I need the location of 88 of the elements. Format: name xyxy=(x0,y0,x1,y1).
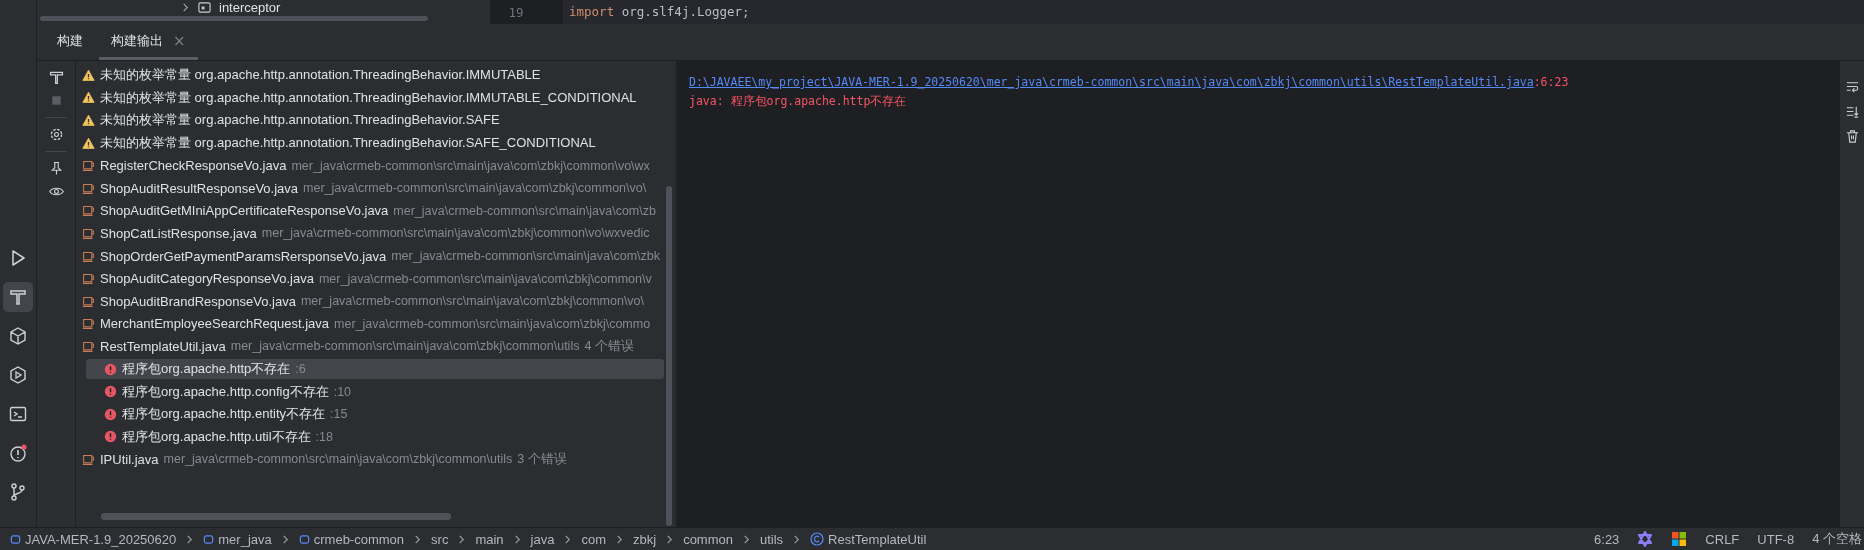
chevron-right-icon xyxy=(742,534,751,544)
breadcrumb[interactable]: src xyxy=(431,531,449,547)
tree-row[interactable]: ShopAuditBrandResponseVo.java mer_java\crmeb-common\src\main\java\com\zbkj\common\vo\ xyxy=(78,290,676,312)
encoding[interactable]: UTF-8 xyxy=(1757,531,1795,547)
vertical-scrollbar[interactable] xyxy=(666,186,672,526)
tree-row[interactable]: ShopAuditGetMIniAppCertificateResponseVo.java mer_java\crmeb-common\src\main\java\com\zb xyxy=(78,200,676,222)
scroll-to-end-icon[interactable] xyxy=(1844,104,1860,119)
trash-icon[interactable] xyxy=(1844,129,1860,144)
run-hexagon-icon[interactable] xyxy=(8,365,28,385)
module-icon xyxy=(203,533,215,545)
error-icon xyxy=(104,430,117,444)
tree-row[interactable]: ShopAuditCategoryResponseVo.java mer_java\crmeb-common\src\main\java\com\zbkj\common\v xyxy=(78,268,676,289)
terminal-icon[interactable] xyxy=(8,404,28,424)
tree-row[interactable]: 未知的枚举常量 org.apache.http.annotation.ThreadingBehavior.SAFE xyxy=(78,110,676,131)
tab[interactable]: 构建 xyxy=(45,24,95,60)
breadcrumb[interactable]: java xyxy=(530,531,555,547)
coffee-cup-icon xyxy=(82,317,95,331)
tree-item[interactable]: interceptor xyxy=(219,0,281,15)
warning-icon xyxy=(82,114,95,127)
problems-icon[interactable] xyxy=(8,443,28,463)
chevron-right-icon xyxy=(512,534,522,544)
coffee-cup-icon xyxy=(82,294,95,308)
tab[interactable]: 构建输出 × xyxy=(99,24,198,60)
horizontal-scrollbar[interactable] xyxy=(40,16,428,21)
tree-row[interactable]: ShopCatListResponse.java mer_java\crmeb-common\src\main\java\com\zbkj\common\vo\wxvedic xyxy=(78,223,676,244)
hammer-icon[interactable] xyxy=(3,282,33,312)
coffee-cup-icon xyxy=(82,272,95,286)
chevron-right-icon xyxy=(457,534,467,544)
star-logo-icon[interactable] xyxy=(1637,531,1654,547)
breadcrumb[interactable]: com xyxy=(581,531,606,547)
chevron-right-icon xyxy=(615,534,624,544)
chevron-right-icon xyxy=(185,534,195,544)
error-icon xyxy=(104,362,117,376)
breadcrumb[interactable]: zbkj xyxy=(633,531,657,547)
tree-row[interactable]: ShopOrderGetPaymentParamsRersponseVo.java mer_java\crmeb-common\src\main\java\com\zbk xyxy=(78,245,676,267)
breadcrumb[interactable]: main xyxy=(475,531,504,547)
line-separator[interactable]: CRLF xyxy=(1705,531,1740,547)
tree-row[interactable]: 未知的枚举常量 org.apache.http.annotation.ThreadingBehavior.IMMUTABLE xyxy=(78,65,676,86)
four-squares-icon[interactable] xyxy=(1671,531,1688,547)
tree-row[interactable]: 未知的枚举常量 org.apache.http.annotation.ThreadingBehavior.IMMUTABLE_CONDITIONAL xyxy=(78,87,676,109)
breadcrumb[interactable]: mer_java xyxy=(203,531,272,547)
breadcrumb[interactable]: JAVA-MER-1.9_20250620 xyxy=(10,531,177,547)
tree-row[interactable]: MerchantEmployeeSearchRequest.java mer_java\crmeb-common\src\main\java\com\zbkj\commo xyxy=(78,313,676,335)
tree-row[interactable]: RegisterCheckResponseVo.java mer_java\crmeb-common\src\main\java\com\zbkj\common\vo\wx xyxy=(78,155,676,176)
chevron-right-icon xyxy=(665,534,675,544)
warning-icon xyxy=(82,136,95,150)
tree-row[interactable]: 程序包org.apache.http不存在 :6 xyxy=(86,358,664,380)
coffee-cup-icon xyxy=(82,226,95,240)
git-branch-icon[interactable] xyxy=(8,482,28,502)
error-icon xyxy=(104,385,117,399)
chevron-right-icon xyxy=(792,534,802,544)
tree-row[interactable]: 程序包org.apache.http.entity不存在 :15 xyxy=(86,403,664,425)
module-icon xyxy=(298,533,310,545)
error-message: java: 程序包org.apache.http不存在 xyxy=(689,94,907,108)
tree-row[interactable]: RestTemplateUtil.java mer_java\crmeb-common\src\main\java\com\zbkj\common\utils 4 个错误 xyxy=(78,336,676,357)
breadcrumb[interactable]: crmeb-common xyxy=(298,531,405,547)
folder-icon xyxy=(198,1,211,14)
soft-wrap-icon[interactable] xyxy=(1844,79,1860,94)
chevron-right-icon xyxy=(413,534,423,544)
warning-icon xyxy=(82,68,95,82)
chevron-right-icon xyxy=(563,534,573,544)
coffee-cup-icon xyxy=(82,339,95,353)
breadcrumb[interactable]: common xyxy=(683,531,733,547)
tree-row[interactable]: IPUtil.java mer_java\crmeb-common\src\main\java\com\zbkj\common\utils 3 个错误 xyxy=(78,449,676,470)
indent-setting[interactable]: 4 个空格 xyxy=(1812,530,1862,548)
cube-icon[interactable] xyxy=(8,326,28,346)
module-icon xyxy=(10,533,21,545)
error-icon xyxy=(104,407,117,421)
coffee-cup-icon xyxy=(82,249,95,263)
line-position: :6:23 xyxy=(1533,75,1569,89)
hammer-icon[interactable] xyxy=(47,69,65,86)
chevron-right-icon xyxy=(280,534,290,544)
caret-position[interactable]: 6:23 xyxy=(1594,531,1620,547)
coffee-cup-icon xyxy=(82,159,95,173)
coffee-cup-icon xyxy=(82,204,95,218)
tree-row[interactable]: 未知的枚举常量 org.apache.http.annotation.ThreadingBehavior.SAFE_CONDITIONAL xyxy=(78,132,676,154)
file-link[interactable]: D:\JAVAEE\my_project\JAVA-MER-1.9_20250620\mer_java\crmeb-common\src\main\java\com\zbkj\common\utils\RestTemplateUtil.java xyxy=(689,75,1534,89)
class-icon xyxy=(810,532,825,546)
horizontal-scrollbar[interactable] xyxy=(101,513,451,520)
tree-row[interactable]: 程序包org.apache.http.util不存在 :18 xyxy=(86,426,664,448)
tree-row[interactable]: 程序包org.apache.http.config不存在 :10 xyxy=(86,381,664,402)
breadcrumb[interactable]: utils xyxy=(760,531,784,547)
coffee-cup-icon xyxy=(82,181,95,195)
warning-icon xyxy=(82,91,95,105)
breadcrumb[interactable]: RestTemplateUtil xyxy=(810,531,927,547)
tree-row[interactable]: ShopAuditResultResponseVo.java mer_java\crmeb-common\src\main\java\com\zbkj\common\vo\ xyxy=(78,177,676,199)
coffee-cup-icon xyxy=(82,452,95,466)
chevron-right-icon[interactable] xyxy=(181,3,190,12)
